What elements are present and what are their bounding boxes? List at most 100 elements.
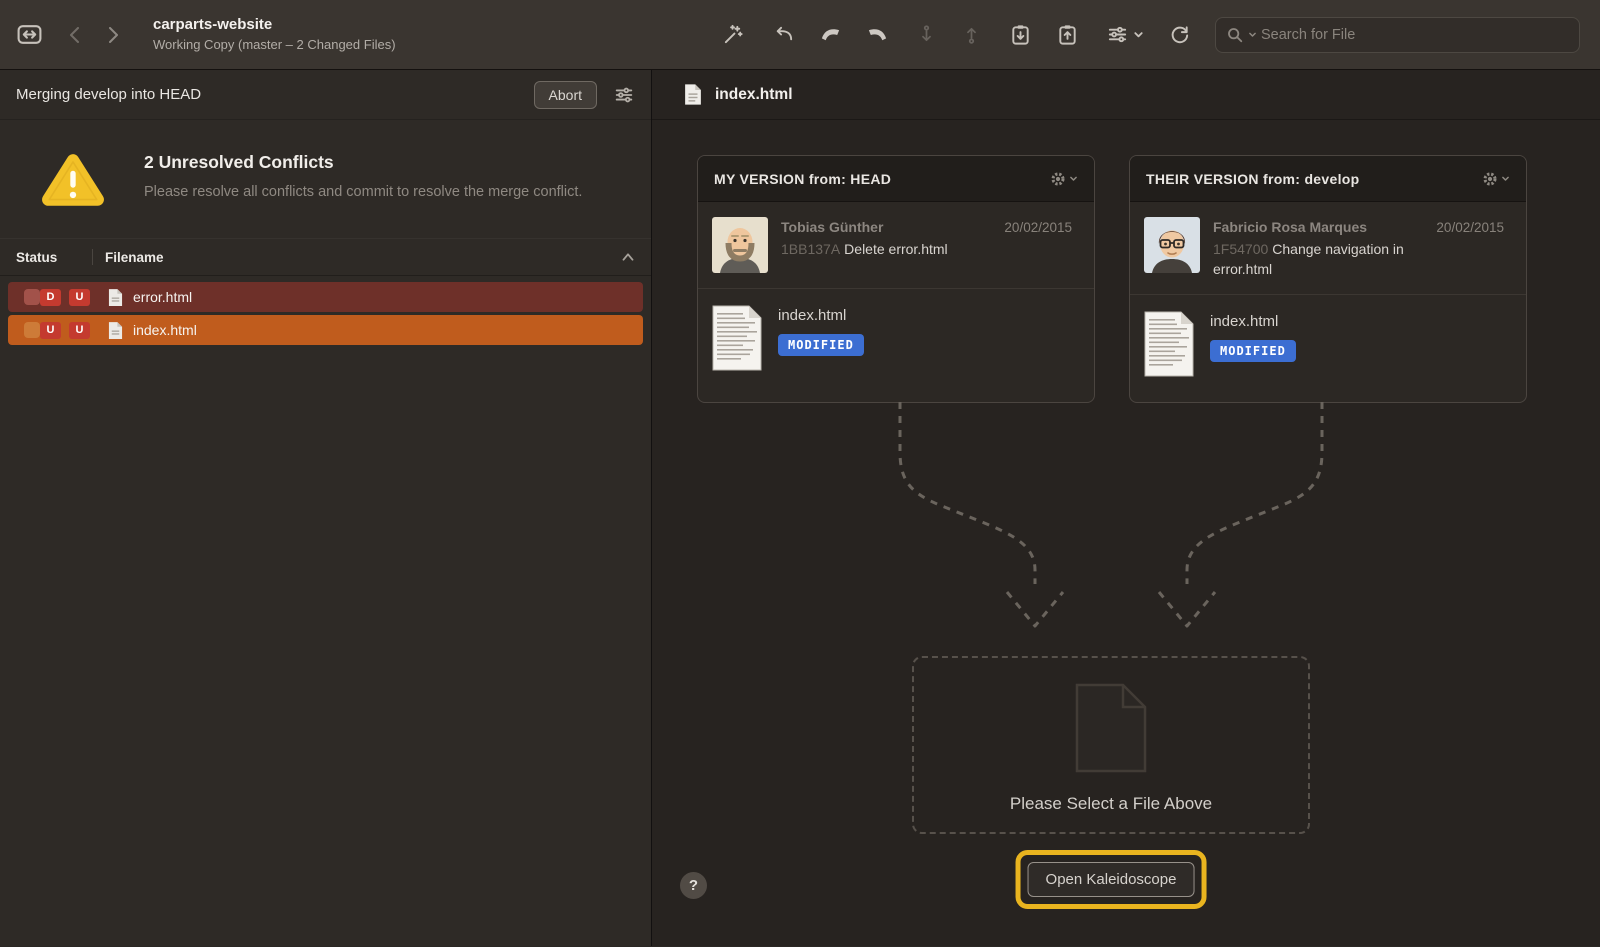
commit-date: 20/02/2015 — [1436, 220, 1512, 235]
undo-icon — [772, 23, 795, 46]
file-thumbnail — [1144, 311, 1194, 382]
stash-icon — [819, 23, 842, 46]
status-badge: D — [40, 289, 61, 306]
conflicts-message: Please resolve all conflicts and commit … — [144, 182, 582, 203]
status-badge: U — [69, 322, 90, 339]
push-button[interactable] — [961, 23, 982, 46]
document-icon — [108, 288, 123, 307]
repo-title: carparts-website — [153, 16, 396, 35]
apply-patch-button[interactable] — [1009, 23, 1032, 47]
modified-status-badge: MODIFIED — [1210, 340, 1296, 362]
commit-author: Tobias Günther — [781, 219, 883, 235]
help-button[interactable]: ? — [680, 872, 707, 899]
stash-pop-icon — [866, 23, 889, 46]
their-version-file: index.html MODIFIED — [1130, 295, 1526, 402]
conflicts-title: 2 Unresolved Conflicts — [144, 152, 582, 173]
forward-button[interactable] — [103, 23, 123, 47]
filename-label: index.html — [133, 322, 197, 338]
selected-file-header: index.html — [652, 70, 1600, 120]
file-search-field[interactable] — [1215, 17, 1580, 53]
history-nav — [65, 23, 123, 47]
file-name-label: index.html — [1210, 313, 1296, 330]
filter-icon — [1106, 23, 1129, 46]
file-row-error-html[interactable]: D U error.html — [8, 282, 643, 312]
gear-icon — [1482, 171, 1498, 187]
merge-header-title: Merging develop into HEAD — [16, 86, 201, 103]
stash-button[interactable] — [819, 23, 842, 46]
commit-date: 20/02/2015 — [1004, 220, 1080, 235]
merge-arrows-graphic — [652, 400, 1600, 650]
file-list-header: Status Filename — [0, 238, 651, 276]
save-patch-button[interactable] — [1056, 23, 1079, 47]
file-row-index-html[interactable]: U U index.html — [8, 315, 643, 345]
search-input[interactable] — [1261, 27, 1569, 43]
chevron-down-icon — [1069, 174, 1078, 183]
my-version-title: MY VERSION from: HEAD — [714, 171, 891, 187]
toolbar: carparts-website Working Copy (master – … — [0, 0, 1600, 70]
merge-status-panel: Merging develop into HEAD Abort 2 U — [0, 70, 652, 946]
filter-icon — [613, 84, 635, 106]
clipboard-import-icon — [1009, 23, 1032, 47]
repo-subtitle: Working Copy (master – 2 Changed Files) — [153, 37, 396, 53]
magic-wand-icon — [722, 23, 745, 46]
ghost-document-icon — [1074, 682, 1148, 774]
conflict-file-list: D U error.html U U — [0, 276, 651, 348]
dropzone-label: Please Select a File Above — [1010, 794, 1212, 814]
file-thumbnail — [712, 305, 762, 376]
my-version-card-header: MY VERSION from: HEAD — [698, 156, 1094, 202]
abort-merge-button[interactable]: Abort — [534, 81, 597, 109]
commit-message: Delete error.html — [844, 241, 947, 257]
quick-actions-button[interactable] — [722, 23, 745, 46]
refresh-icon — [1168, 23, 1191, 46]
document-icon — [108, 321, 123, 340]
window-title-block: carparts-website Working Copy (master – … — [153, 16, 396, 54]
conflict-detail-panel: index.html MY VERSION from: HEAD — [652, 70, 1600, 946]
their-version-title: THEIR VERSION from: develop — [1146, 171, 1359, 187]
column-filename: Filename — [105, 250, 164, 265]
status-badge: U — [69, 289, 90, 306]
back-button[interactable] — [65, 23, 85, 47]
conflict-banner: 2 Unresolved Conflicts Please resolve al… — [0, 120, 651, 238]
chevron-up-icon — [619, 248, 637, 266]
repo-icon — [16, 21, 43, 48]
merge-options-button[interactable] — [613, 84, 635, 106]
commit-author: Fabricio Rosa Marques — [1213, 219, 1367, 235]
view-options-button[interactable] — [1106, 23, 1144, 46]
document-icon — [684, 83, 702, 106]
kaleidoscope-highlight: Open Kaleidoscope — [1016, 850, 1207, 909]
search-icon — [1226, 26, 1244, 44]
refresh-button[interactable] — [1168, 23, 1191, 46]
pull-button[interactable] — [916, 23, 937, 46]
status-swatch — [24, 322, 40, 338]
file-dropzone: Please Select a File Above — [912, 656, 1310, 834]
gear-icon — [1050, 171, 1066, 187]
undo-button[interactable] — [772, 23, 795, 46]
status-swatch — [24, 289, 40, 305]
filename-label: error.html — [133, 289, 192, 305]
my-version-card: MY VERSION from: HEAD — [697, 155, 1095, 403]
merge-header: Merging develop into HEAD Abort — [0, 70, 651, 120]
their-version-commit: Fabricio Rosa Marques 20/02/2015 1F54700… — [1130, 202, 1526, 295]
avatar — [712, 217, 768, 273]
sort-direction-button[interactable] — [619, 248, 637, 266]
chevron-down-icon — [1501, 174, 1510, 183]
their-version-card: THEIR VERSION from: develop — [1129, 155, 1527, 403]
repo-button[interactable] — [16, 21, 43, 48]
status-badge: U — [40, 322, 61, 339]
selected-file-name: index.html — [715, 86, 793, 104]
warning-triangle-icon — [40, 150, 106, 212]
search-scope-chevron-icon — [1248, 30, 1257, 39]
pull-icon — [916, 23, 937, 46]
file-name-label: index.html — [778, 307, 864, 324]
my-version-commit: Tobias Günther 20/02/2015 1BB137ADelete … — [698, 202, 1094, 289]
stash-pop-button[interactable] — [866, 23, 889, 46]
commit-hash: 1F54700 — [1213, 241, 1268, 257]
commit-hash: 1BB137A — [781, 241, 840, 257]
my-version-options-button[interactable] — [1050, 171, 1078, 187]
my-version-file: index.html MODIFIED — [698, 289, 1094, 396]
modified-status-badge: MODIFIED — [778, 334, 864, 356]
clipboard-export-icon — [1056, 23, 1079, 47]
chevron-right-icon — [103, 23, 123, 47]
open-kaleidoscope-button[interactable]: Open Kaleidoscope — [1028, 862, 1195, 897]
their-version-options-button[interactable] — [1482, 171, 1510, 187]
